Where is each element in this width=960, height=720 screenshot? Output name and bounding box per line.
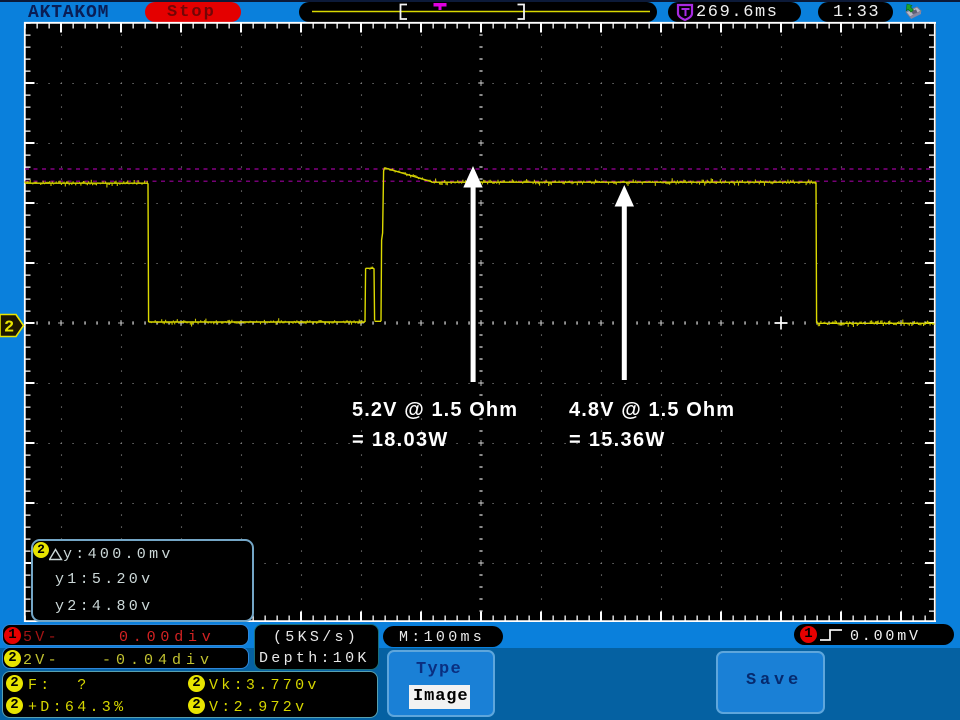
svg-text:2: 2 xyxy=(4,319,14,338)
